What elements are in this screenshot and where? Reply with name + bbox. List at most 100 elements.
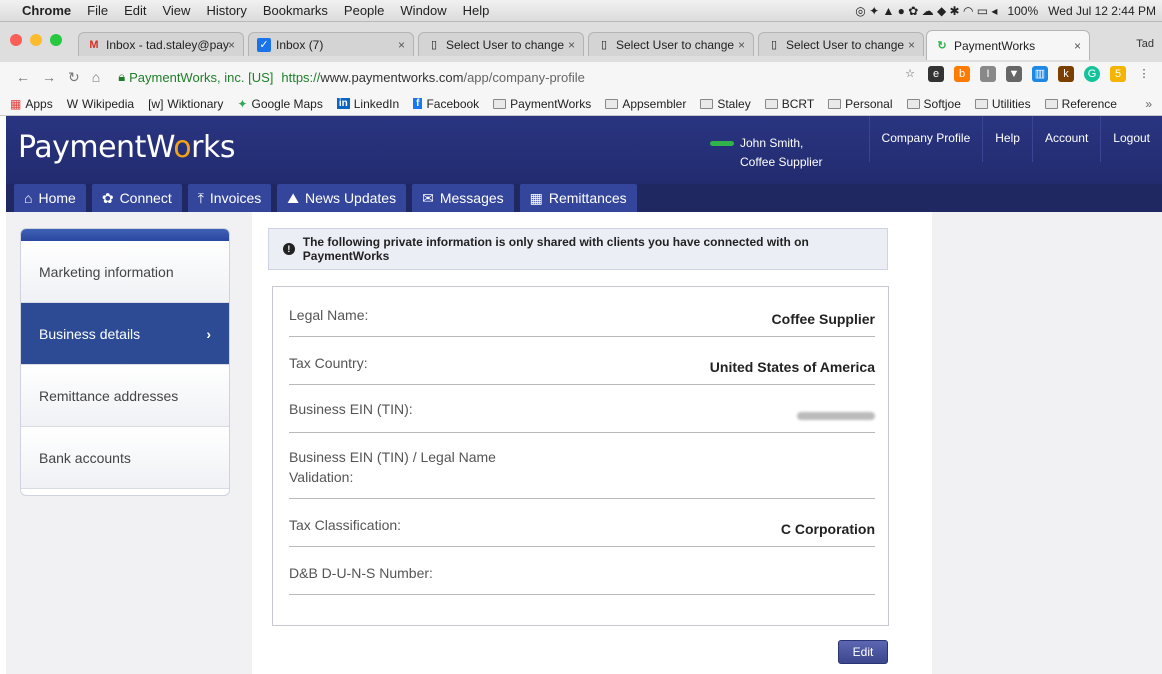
close-tab-icon[interactable]: × [228,38,235,52]
sidebar-item-marketing-information[interactable]: Marketing information [21,241,229,303]
wikipedia-icon: W [66,96,79,111]
info-icon: ! [283,243,295,255]
pocket-icon[interactable]: ▼ [1006,66,1022,82]
logout-link[interactable]: Logout [1100,116,1162,162]
nav-remittances[interactable]: ▦ Remittances [519,184,637,212]
tab-select-user-1[interactable]: ▯ Select User to change × [418,32,584,56]
bookmark-linkedin[interactable]: in LinkedIn [336,97,399,111]
edit-button[interactable]: Edit [838,640,888,664]
close-tab-icon[interactable]: × [908,38,915,52]
bookmark-facebook[interactable]: f Facebook [413,97,479,111]
bookmark-wikipedia[interactable]: W Wikipedia [67,97,134,111]
facebook-icon: f [413,98,423,109]
bookmark-reference[interactable]: Reference [1044,97,1117,111]
tab-select-user-2[interactable]: ▯ Select User to change × [588,32,754,56]
bookmark-softjoe[interactable]: Softjoe [906,97,961,111]
folder-icon [906,98,920,109]
menu-people[interactable]: People [336,3,392,18]
tab-paymentworks[interactable]: ↻ PaymentWorks × [926,30,1090,60]
nav-messages[interactable]: ✉ Messages [412,184,514,212]
tab-inbox[interactable]: ✓ Inbox (7) × [248,32,414,56]
chevron-right-icon: › [206,325,211,342]
home-page-icon[interactable]: ⌂ [92,69,100,86]
folder-icon [700,98,714,109]
field-label: D&B D-U-N-S Number: [289,565,433,581]
user-name: John Smith, [740,136,804,150]
bookmark-bcrt[interactable]: BCRT [764,97,814,111]
paymentworks-icon: ↻ [937,40,947,52]
menu-view[interactable]: View [154,3,198,18]
tab-label: Select User to change [446,37,565,52]
menu-edit[interactable]: Edit [116,3,154,18]
close-window-button[interactable] [10,34,22,46]
grammarly-icon[interactable]: G [1084,66,1100,82]
menu-window[interactable]: Window [392,3,454,18]
extension-k-icon[interactable]: k [1058,66,1074,82]
nav-news-updates[interactable]: ⛰ News Updates [277,184,407,212]
minimize-window-button[interactable] [30,34,42,46]
bookmark-utilities[interactable]: Utilities [974,97,1031,111]
gmail-icon: M [89,38,99,51]
menu-help[interactable]: Help [455,3,498,18]
profile-name[interactable]: Tad [1136,38,1154,50]
field-value: United States of America [709,359,875,375]
user-info: John Smith, Coffee Supplier [740,134,823,172]
sidebar-item-bank-accounts[interactable]: Bank accounts [21,427,229,489]
evernote-icon[interactable]: e [928,66,944,82]
reload-icon[interactable]: ↻ [68,69,80,86]
tab-select-user-3[interactable]: ▯ Select User to change × [758,32,924,56]
bookmark-personal[interactable]: Personal [828,97,893,111]
bookmark-wiktionary[interactable]: [w] Wiktionary [148,97,223,111]
folder-icon [493,98,507,109]
field-label: Legal Name: [289,307,369,323]
menu-history[interactable]: History [198,3,254,18]
bookmark-apps[interactable]: ▦ Apps [10,97,53,111]
field-label: Business EIN (TIN) / Legal Name Validati… [289,449,496,485]
bookmark-paymentworks[interactable]: PaymentWorks [493,97,591,111]
field-value: C Corporation [780,521,875,537]
extension-gray-icon[interactable]: I [980,66,996,82]
menu-chrome[interactable]: Chrome [0,3,79,18]
folder-icon [1044,98,1058,109]
company-profile-link[interactable]: Company Profile [868,116,983,162]
clock: Wed Jul 12 2:44 PM [1048,4,1156,18]
star-icon[interactable]: ☆ [902,66,918,82]
menu-file[interactable]: File [79,3,116,18]
menu-bookmarks[interactable]: Bookmarks [255,3,336,18]
extension-orange-icon[interactable]: b [954,66,970,82]
chrome-menu-icon[interactable]: ⋮ [1136,66,1152,82]
nav-invoices[interactable]: ⤒ Invoices [187,184,272,212]
news-icon: ⛰ [287,189,300,206]
extension-yellow-icon[interactable]: 5 [1110,66,1126,82]
tab-gmail[interactable]: M Inbox - tad.staley@pay × [78,32,244,56]
forward-icon[interactable]: → [42,69,56,86]
back-icon[interactable]: ← [16,69,30,86]
bookmark-google-maps[interactable]: ✦ Google Maps [237,97,322,111]
folder-icon [828,98,842,109]
close-tab-icon[interactable]: × [398,38,405,52]
gear-icon: ✿ [101,189,114,206]
tab-label: Inbox (7) [276,37,324,52]
bookmark-staley[interactable]: Staley [700,97,751,111]
address-bar[interactable]: 🔒︎ PaymentWorks, inc. [US] https://www.p… [112,66,892,88]
bookmarks-overflow-icon[interactable]: » [1145,97,1152,111]
field-tax-classification: Tax Classification: C Corporation [289,515,875,547]
trello-icon[interactable]: ▥ [1032,66,1048,82]
tab-label: Inbox - tad.staley@pay [106,37,229,52]
close-tab-icon[interactable]: × [568,38,575,52]
sidebar-item-remittance-addresses[interactable]: Remittance addresses [21,365,229,427]
bookmark-appsembler[interactable]: Appsembler [605,97,686,111]
account-link[interactable]: Account [1031,116,1100,162]
nav-home[interactable]: ⌂ Home [14,184,86,212]
user-status-indicator [710,141,734,146]
nav-connect[interactable]: ✿ Connect [91,184,182,212]
help-link[interactable]: Help [982,116,1032,162]
maximize-window-button[interactable] [50,34,62,46]
maps-icon: ✦ [237,96,248,111]
sidebar-item-business-details[interactable]: Business details › [21,303,229,365]
close-tab-icon[interactable]: × [1074,39,1081,53]
field-tax-country: Tax Country: United States of America [289,353,875,385]
paymentworks-logo[interactable]: PaymentWorks [18,130,235,165]
close-tab-icon[interactable]: × [738,38,745,52]
site-identity[interactable]: PaymentWorks, inc. [US] [129,70,273,85]
